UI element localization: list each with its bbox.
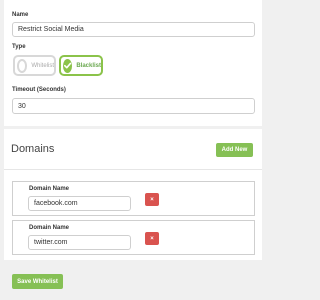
timeout-label: Timeout (Seconds) (12, 87, 66, 93)
delete-domain-button[interactable]: × (145, 193, 159, 206)
domains-title: Domains (11, 143, 55, 155)
unchecked-circle-icon (17, 58, 28, 73)
type-blacklist-option[interactable]: Blacklist (59, 55, 103, 76)
settings-card: Name Restrict Social Media Type Whitelis… (4, 0, 262, 126)
name-label: Name (12, 12, 29, 18)
domain-name-label: Domain Name (29, 186, 70, 192)
domains-card: Domains Add New Domain Name facebook.com… (4, 129, 262, 260)
blacklist-label: Blacklist (76, 62, 101, 69)
save-whitelist-button[interactable]: Save Whitelist (12, 274, 63, 289)
domain-input[interactable]: twitter.com (28, 235, 131, 250)
timeout-input[interactable]: 30 (12, 98, 255, 114)
domain-input[interactable]: facebook.com (28, 196, 131, 211)
checkmark-icon (63, 58, 73, 73)
type-whitelist-option[interactable]: Whitelist (13, 55, 56, 76)
close-icon: × (150, 235, 154, 242)
delete-domain-button[interactable]: × (145, 232, 159, 245)
domain-name-label: Domain Name (29, 225, 70, 231)
domain-entry: Domain Name twitter.com × (12, 220, 255, 255)
type-label: Type (12, 44, 26, 50)
name-input[interactable]: Restrict Social Media (12, 22, 255, 37)
whitelist-label: Whitelist (31, 62, 54, 69)
divider (4, 169, 262, 170)
add-new-button[interactable]: Add New (216, 143, 253, 157)
close-icon: × (150, 196, 154, 203)
domain-entry: Domain Name facebook.com × (12, 181, 255, 216)
